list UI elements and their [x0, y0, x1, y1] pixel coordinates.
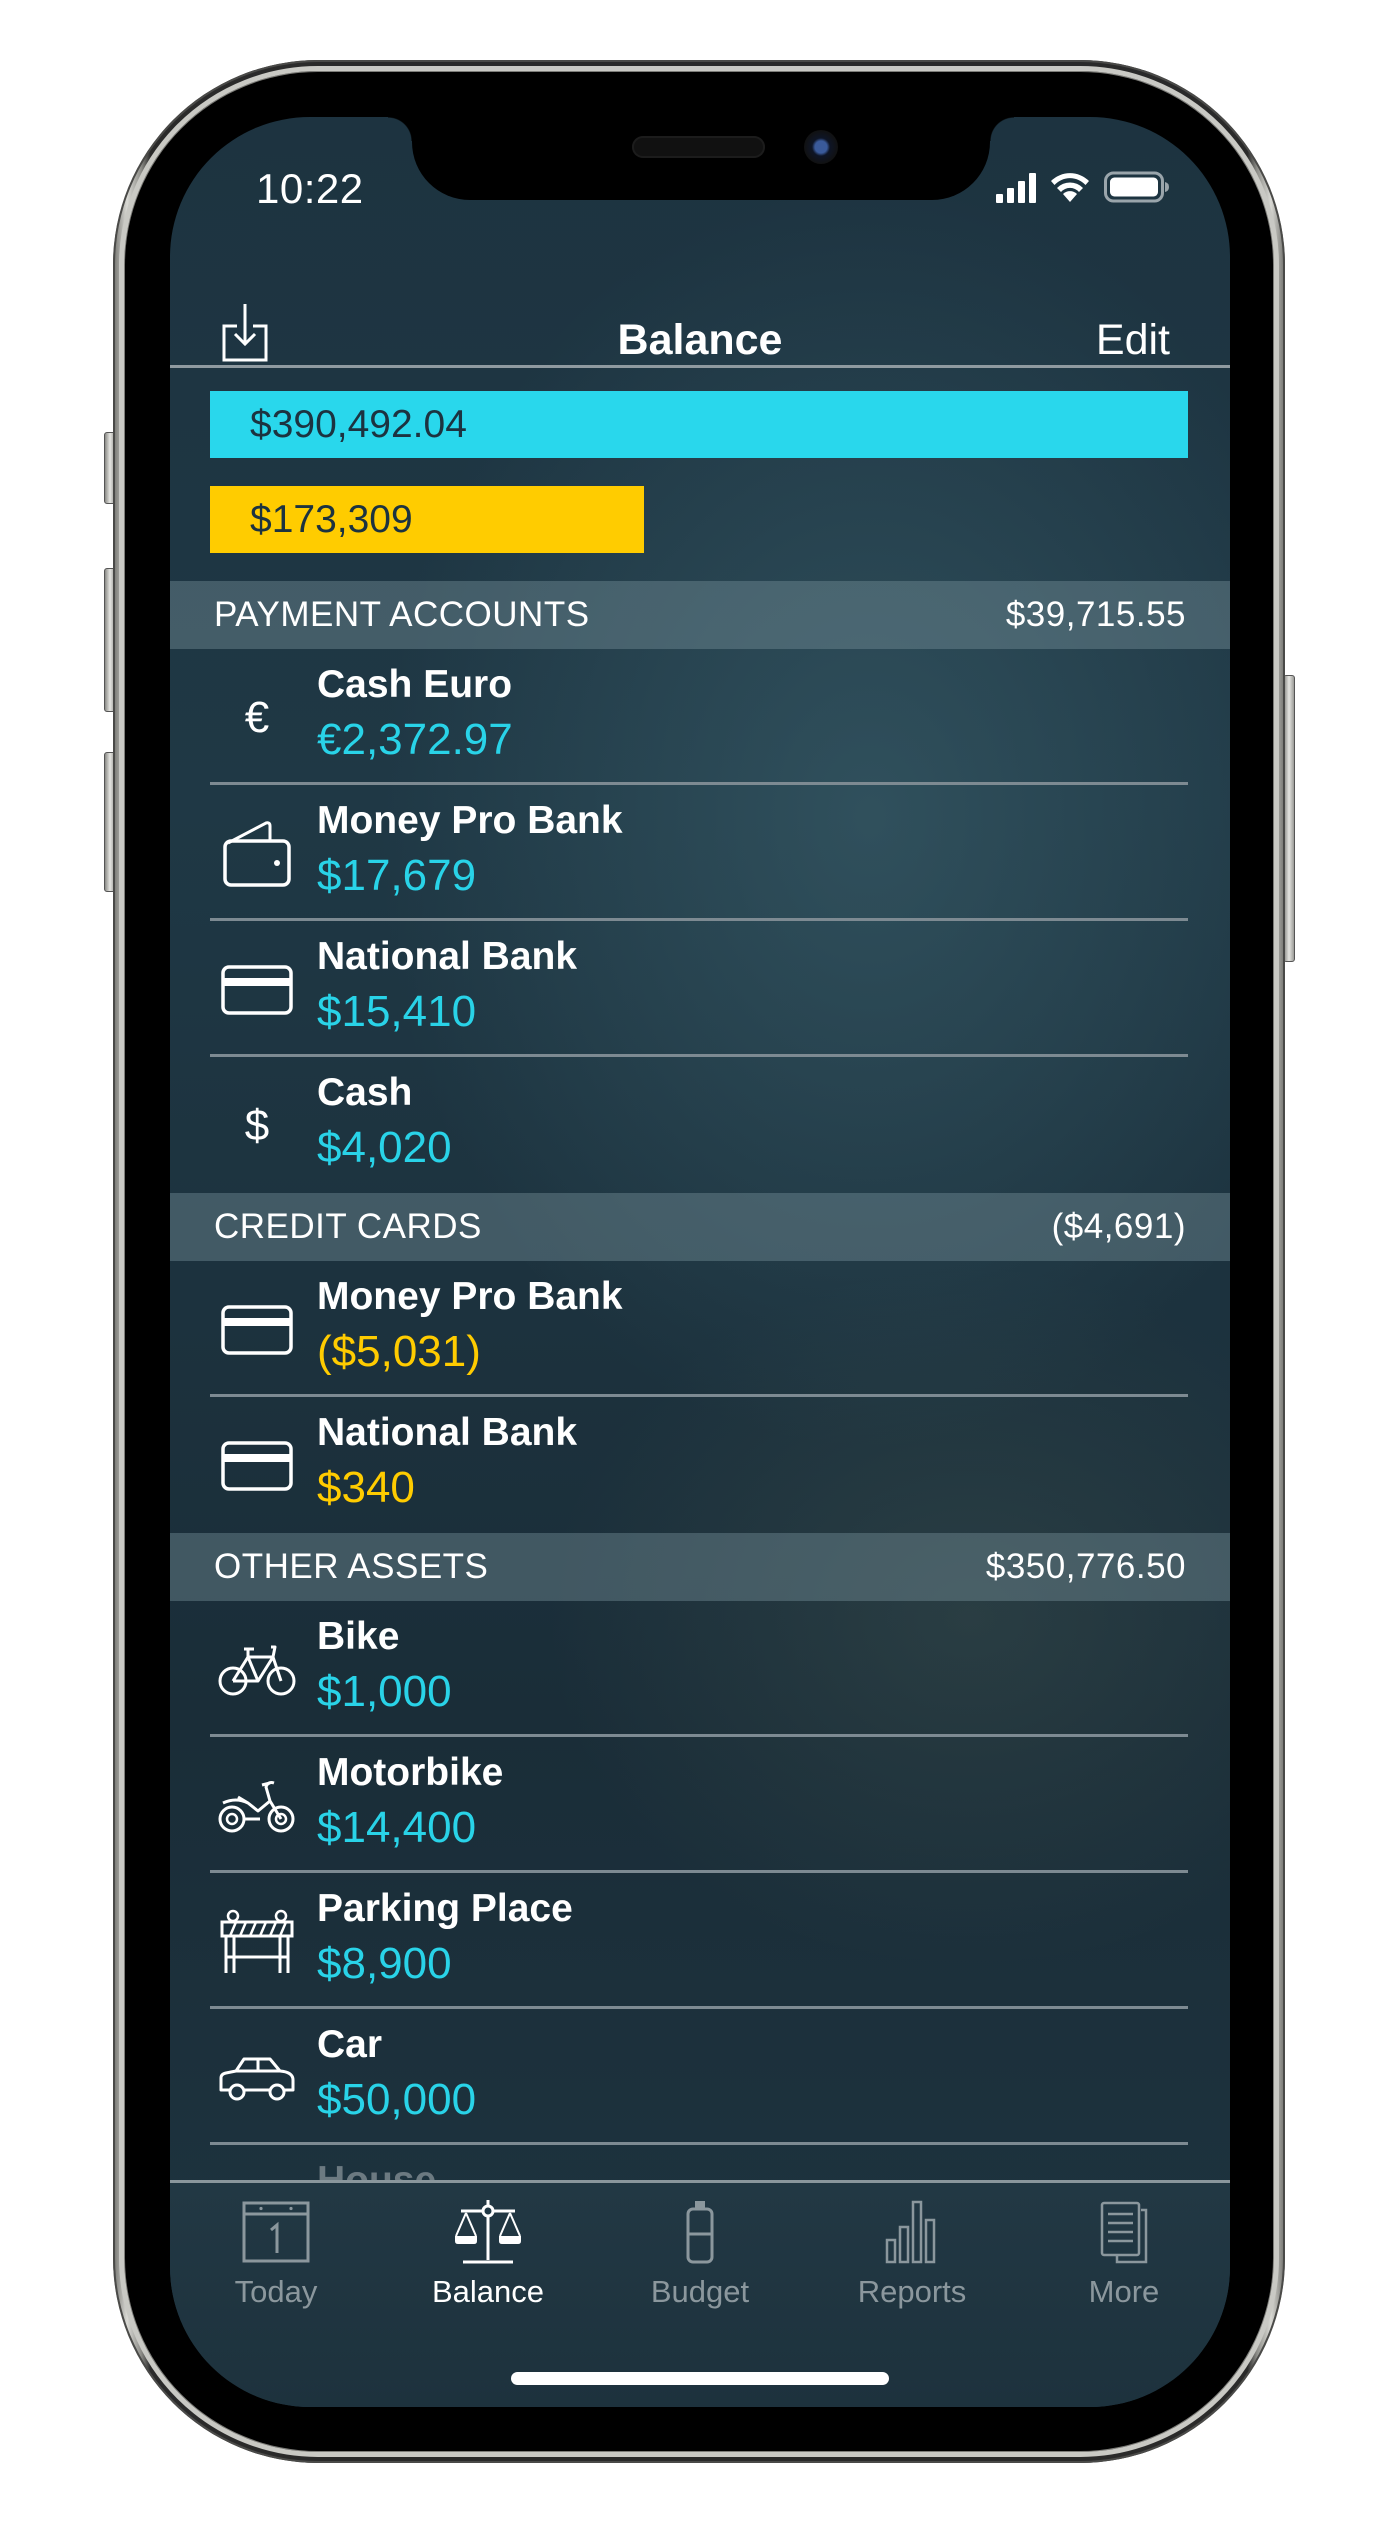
section-total: ($4,691) [1051, 1207, 1186, 1246]
tab-today-label: Today [234, 2274, 318, 2309]
account-name: Cash Euro [317, 663, 513, 706]
account-balance: $14,400 [317, 1803, 477, 1852]
tab-bar-divider [170, 2180, 1230, 2183]
tab-budget[interactable]: Budget [594, 2200, 806, 2310]
debts-total-bar[interactable]: $173,309 [210, 486, 645, 553]
account-balance: $4,020 [317, 1123, 452, 1172]
tab-budget-label: Budget [650, 2274, 750, 2309]
section-header[interactable]: CREDIT CARDS ($4,691) [170, 1193, 1230, 1261]
credit-card-icon [218, 1297, 296, 1363]
account-row[interactable]: Money Pro Bank ($5,031) [170, 1261, 1230, 1397]
account-balance: $340 [317, 1463, 415, 1512]
euro-icon: € [218, 685, 296, 751]
section-total: $39,715.55 [1005, 595, 1186, 634]
svg-text:€: € [245, 694, 269, 742]
credit-card-icon [218, 1433, 296, 1499]
speaker-grille [632, 136, 765, 158]
jar-icon [686, 2201, 714, 2264]
front-camera [804, 130, 838, 164]
account-name: National Bank [317, 1411, 578, 1454]
section-total: $350,776.50 [985, 1547, 1186, 1586]
cellular-signal-icon [996, 173, 1036, 203]
status-time: 10:22 [256, 165, 364, 212]
account-name: Motorbike [317, 1751, 504, 1794]
navigation-bar: Balance Edit [170, 262, 1230, 365]
phone-screen: 10:22 Balance Edit $390,492.04 $173,309 [170, 117, 1230, 2407]
account-list: PAYMENT ACCOUNTS $39,715.55 € Cash Euro €2,3… [170, 581, 1230, 2281]
account-balance: $1,000 [317, 1667, 452, 1716]
notch [388, 117, 1014, 200]
section-header[interactable]: OTHER ASSETS $350,776.50 [170, 1533, 1230, 1601]
assets-total-bar[interactable]: $390,492.04 [210, 391, 1188, 458]
tab-more-label: More [1088, 2274, 1160, 2309]
account-balance: $8,900 [317, 1939, 452, 1988]
tab-today[interactable]: Today [170, 2200, 382, 2310]
account-row[interactable]: Parking Place $8,900 [170, 1873, 1230, 2009]
svg-text:$: $ [245, 1101, 269, 1150]
account-balance: $17,679 [317, 851, 477, 900]
tab-reports[interactable]: Reports [806, 2200, 1018, 2310]
account-row[interactable]: Car $50,000 [170, 2009, 1230, 2145]
account-name: Money Pro Bank [317, 1275, 623, 1318]
account-row[interactable]: Motorbike $14,400 [170, 1737, 1230, 1873]
account-balance: ($5,031) [317, 1327, 481, 1376]
account-balance: $15,410 [317, 987, 477, 1036]
account-name: Bike [317, 1615, 400, 1658]
section-header[interactable]: PAYMENT ACCOUNTS $39,715.55 [170, 581, 1230, 649]
motorbike-icon [218, 1773, 296, 1839]
bar-chart-icon [885, 2200, 936, 2264]
account-balance: €2,372.97 [317, 715, 513, 764]
documents-icon [1100, 2201, 1148, 2264]
account-row[interactable]: Bike $1,000 [170, 1601, 1230, 1737]
tab-balance-label: Balance [431, 2274, 545, 2309]
battery-icon [1104, 171, 1169, 203]
account-row[interactable]: $ Cash $4,020 [170, 1057, 1230, 1193]
status-icons [996, 169, 1170, 203]
account-name: Parking Place [317, 1887, 573, 1930]
page-title: Balance [617, 316, 783, 364]
dollar-icon: $ [218, 1093, 296, 1159]
tab-more[interactable]: More [1018, 2200, 1230, 2310]
account-name: National Bank [317, 935, 578, 978]
bicycle-icon [218, 1637, 296, 1703]
account-name: Car [317, 2023, 383, 2066]
parking-barrier-icon [218, 1909, 296, 1975]
edit-button[interactable]: Edit [1096, 316, 1170, 365]
nav-divider [170, 365, 1230, 368]
scales-icon [455, 2200, 521, 2264]
section-title: OTHER ASSETS [214, 1547, 489, 1586]
account-row[interactable]: National Bank $15,410 [170, 921, 1230, 1057]
section-title: CREDIT CARDS [214, 1207, 482, 1246]
account-row[interactable]: Money Pro Bank $17,679 [170, 785, 1230, 921]
wifi-icon [1051, 173, 1089, 202]
wallet-icon [218, 821, 296, 887]
calendar-icon [242, 2201, 310, 2263]
account-name: Money Pro Bank [317, 799, 623, 842]
tab-reports-label: Reports [857, 2274, 967, 2309]
account-row[interactable]: € Cash Euro €2,372.97 [170, 649, 1230, 785]
tab-balance[interactable]: Balance [382, 2200, 594, 2310]
account-balance: $50,000 [317, 2075, 477, 2124]
account-name: Cash [317, 1071, 413, 1114]
home-indicator[interactable] [511, 2372, 889, 2385]
section-title: PAYMENT ACCOUNTS [214, 595, 590, 634]
car-icon [218, 2045, 296, 2111]
credit-card-icon [218, 957, 296, 1023]
assets-total-label: $390,492.04 [250, 402, 467, 446]
debts-total-label: $173,309 [250, 497, 413, 541]
account-row[interactable]: National Bank $340 [170, 1397, 1230, 1533]
